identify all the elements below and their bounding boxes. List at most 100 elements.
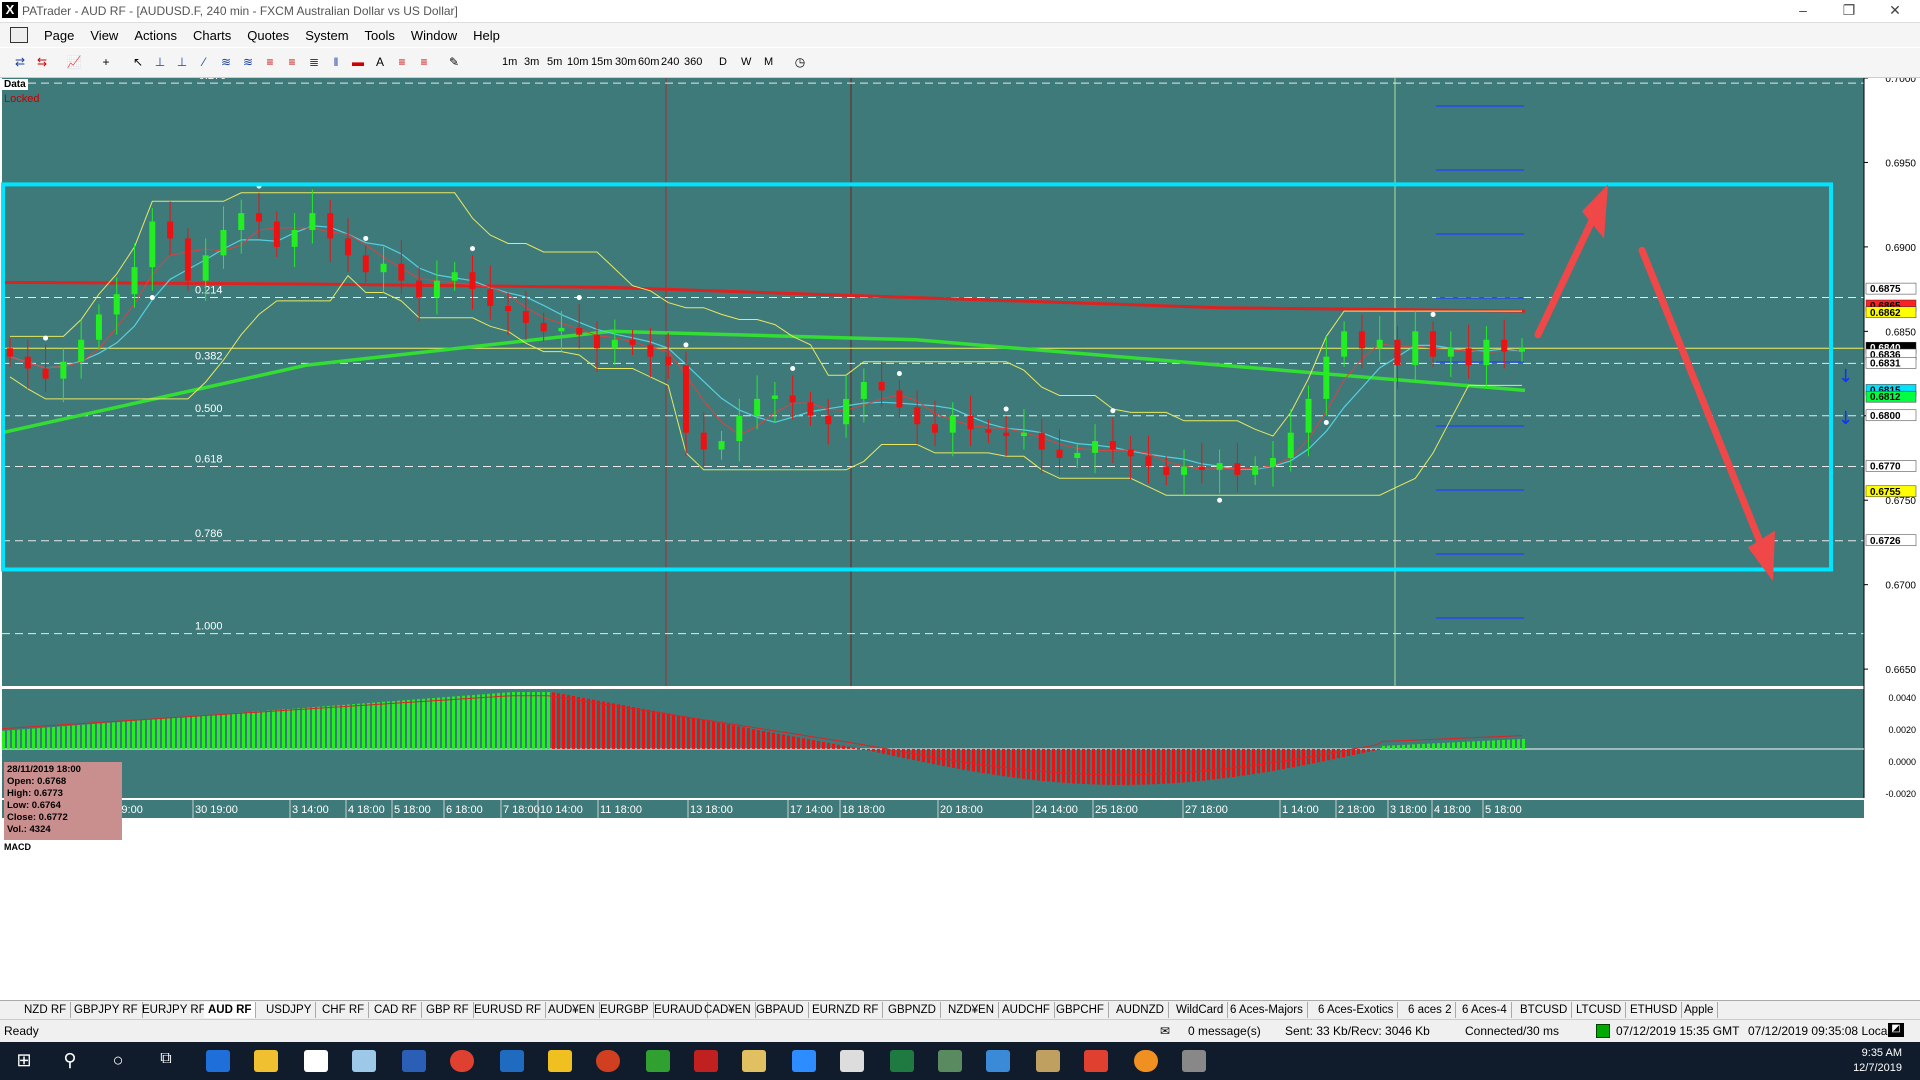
trendline-icon[interactable]: ⁄ (196, 54, 212, 70)
tab-ltcusd[interactable]: LTCUSD (1572, 1002, 1627, 1018)
tf-5m[interactable]: 5m (547, 56, 562, 68)
tf-w[interactable]: W (741, 56, 751, 68)
tab-gbpchf[interactable]: GBPCHF (1052, 1002, 1109, 1018)
tab-chf-rf[interactable]: CHF RF (318, 1002, 370, 1018)
connect-icon[interactable]: ⇄ (12, 54, 28, 70)
menu-view[interactable]: View (82, 27, 126, 44)
tab-eurusd-rf[interactable]: EURUSD RF (470, 1002, 547, 1018)
fib-icon[interactable]: ≡ (262, 54, 278, 70)
tab-audnzd[interactable]: AUDNZD (1112, 1002, 1169, 1018)
minimize-button[interactable]: – (1780, 0, 1826, 22)
tab-aud-en[interactable]: AUD¥EN (544, 1002, 600, 1018)
tab-btcusd[interactable]: BTCUSD (1516, 1002, 1573, 1018)
cortana-icon[interactable]: ○ (106, 1050, 130, 1072)
tf-d[interactable]: D (719, 56, 727, 68)
channel-icon[interactable]: ≋ (218, 54, 234, 70)
fib-ext-icon[interactable]: ≡ (284, 54, 300, 70)
tab-gbpaud[interactable]: GBPAUD (752, 1002, 809, 1018)
tab-wildcard[interactable]: WildCard (1172, 1002, 1229, 1018)
disconnect-icon[interactable]: ⇆ (34, 54, 50, 70)
tab-aud-rf[interactable]: AUD RF (204, 1002, 257, 1018)
tf-60m[interactable]: 60m (638, 56, 659, 68)
price-chart[interactable]: -0.270 0.214 0.382 0.500 0.618 0.786 1.000 0.7… (0, 78, 1920, 1000)
app-red-icon[interactable] (694, 1050, 718, 1072)
app-n-icon[interactable] (646, 1050, 670, 1072)
chart-area[interactable]: -0.270 0.214 0.382 0.500 0.618 0.786 1.000 0.7… (0, 78, 1920, 1000)
pitch-icon[interactable]: ≡ (394, 54, 410, 70)
tf-1m[interactable]: 1m (502, 56, 517, 68)
menu-quotes[interactable]: Quotes (239, 27, 297, 44)
levels-icon[interactable]: ≡ (416, 54, 432, 70)
hline-icon[interactable]: ⊥ (152, 54, 168, 70)
app-folder-icon[interactable] (742, 1050, 766, 1072)
patrader-taskbar-icon[interactable] (304, 1050, 328, 1072)
tab-eurgbp[interactable]: EURGBP (596, 1002, 654, 1018)
fan-icon[interactable]: ≋ (240, 54, 256, 70)
tab-nzd-en[interactable]: NZD¥EN (944, 1002, 1000, 1018)
tab-gbpnzd[interactable]: GBPNZD (884, 1002, 941, 1018)
app-pen-icon[interactable] (1036, 1050, 1060, 1072)
task-view-icon[interactable]: ⧉ (154, 1050, 178, 1072)
pointer-icon[interactable]: ↖ (130, 54, 146, 70)
cycle-icon[interactable]: ‖ (328, 54, 344, 70)
word-icon[interactable] (402, 1050, 426, 1072)
tab-apple[interactable]: Apple (1680, 1002, 1719, 1018)
tab-cad-en[interactable]: CAD¥EN (700, 1002, 756, 1018)
menu-tools[interactable]: Tools (357, 27, 403, 44)
menu-system[interactable]: System (297, 27, 356, 44)
close-button[interactable]: ✕ (1872, 0, 1918, 22)
rect-icon[interactable]: ▬ (350, 54, 366, 70)
clock-icon[interactable]: ◷ (792, 54, 808, 70)
tab-gbpjpy-rf[interactable]: GBPJPY RF (70, 1002, 143, 1018)
tab-audchf[interactable]: AUDCHF (998, 1002, 1055, 1018)
chrome-icon[interactable] (450, 1050, 474, 1072)
menu-page[interactable]: Page (36, 27, 82, 44)
tab-euraud[interactable]: EURAUD (650, 1002, 708, 1018)
menu-help[interactable]: Help (465, 27, 508, 44)
tf-10m[interactable]: 10m (567, 56, 588, 68)
edge-icon[interactable] (206, 1050, 230, 1072)
chart-icon[interactable]: 📈 (66, 54, 82, 70)
level-icon[interactable]: ⊥ (174, 54, 190, 70)
sticky-icon[interactable] (548, 1050, 572, 1072)
app-s-icon[interactable] (1084, 1050, 1108, 1072)
tf-15m[interactable]: 15m (591, 56, 612, 68)
tab-6-aces-majors[interactable]: 6 Aces-Majors (1226, 1002, 1308, 1018)
app-image-icon[interactable] (938, 1050, 962, 1072)
gann-icon[interactable]: ≣ (306, 54, 322, 70)
tf-3m[interactable]: 3m (524, 56, 539, 68)
search-icon[interactable]: ⚲ (58, 1050, 82, 1072)
taskbar-clock[interactable]: 9:35 AM 12/7/2019 (1853, 1046, 1902, 1076)
app-gray-icon[interactable] (1182, 1050, 1206, 1072)
tab-6-aces-2[interactable]: 6 aces 2 (1404, 1002, 1457, 1018)
tab-usdjpy[interactable]: USDJPY (262, 1002, 317, 1018)
tab-6-aces-4[interactable]: 6 Aces-4 (1458, 1002, 1512, 1018)
draw-icon[interactable]: ✎ (446, 54, 462, 70)
tab-6-aces-exotics[interactable]: 6 Aces-Exotics (1314, 1002, 1399, 1018)
explorer-icon[interactable] (254, 1050, 278, 1072)
text-icon[interactable]: A (372, 54, 388, 70)
tab-nzd-rf[interactable]: NZD RF (20, 1002, 72, 1018)
resize-icon[interactable]: ◩ (1888, 1023, 1904, 1037)
tf-360[interactable]: 360 (684, 56, 702, 68)
outlook-icon[interactable] (500, 1050, 524, 1072)
excel-icon[interactable] (890, 1050, 914, 1072)
app-orange-icon[interactable] (1134, 1050, 1158, 1072)
tab-eurjpy-rf[interactable]: EURJPY RF (138, 1002, 211, 1018)
tf-240[interactable]: 240 (661, 56, 679, 68)
powerpoint-icon[interactable] (596, 1050, 620, 1072)
menu-actions[interactable]: Actions (126, 27, 185, 44)
tab-gbp-rf[interactable]: GBP RF (422, 1002, 474, 1018)
calculator-icon[interactable] (840, 1050, 864, 1072)
tab-eurnzd-rf[interactable]: EURNZD RF (808, 1002, 884, 1018)
tf-m[interactable]: M (764, 56, 773, 68)
tab-cad-rf[interactable]: CAD RF (370, 1002, 422, 1018)
start-icon[interactable]: ⊞ (12, 1050, 36, 1072)
menu-charts[interactable]: Charts (185, 27, 239, 44)
tab-ethusd[interactable]: ETHUSD (1626, 1002, 1683, 1018)
crosshair-icon[interactable]: + (98, 54, 114, 70)
menu-window[interactable]: Window (403, 27, 465, 44)
zoom-icon[interactable] (792, 1050, 816, 1072)
restore-button[interactable]: ❐ (1826, 0, 1872, 22)
chart-window-icon[interactable] (10, 27, 28, 43)
